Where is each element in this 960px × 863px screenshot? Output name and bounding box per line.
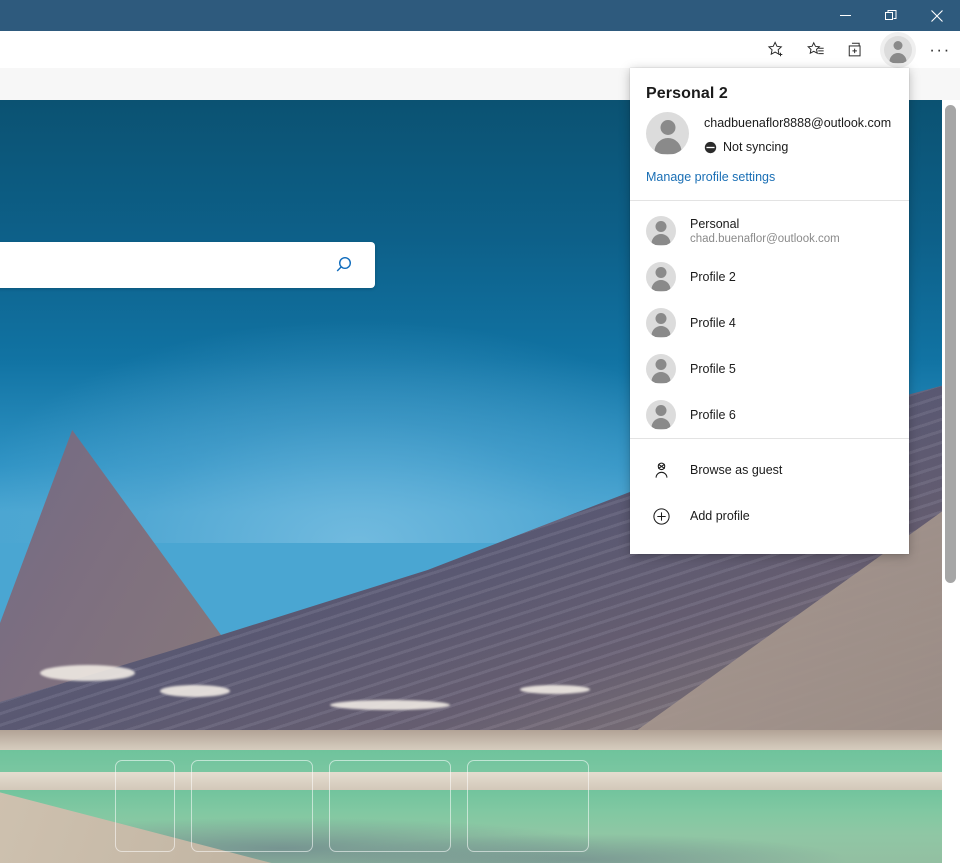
avatar (646, 262, 676, 292)
add-profile-button[interactable]: Add profile (630, 493, 909, 539)
quick-links-row (115, 760, 589, 852)
restore-button[interactable] (868, 0, 914, 31)
profile-name: Personal (690, 216, 740, 231)
profile-name: Profile 4 (690, 316, 736, 330)
quick-link-tile[interactable] (191, 760, 313, 852)
profile-list: Personal chad.buenaflor@outlook.com Prof… (630, 201, 909, 438)
profile-list-item-profile-5[interactable]: Profile 5 (630, 346, 909, 392)
profile-list-item-personal[interactable]: Personal chad.buenaflor@outlook.com (630, 208, 909, 254)
search-input[interactable] (0, 242, 314, 288)
close-button[interactable] (914, 0, 960, 31)
avatar (646, 112, 689, 155)
profile-name: Profile 2 (690, 270, 736, 284)
scrollbar-thumb[interactable] (945, 105, 956, 583)
profile-list-item-profile-6[interactable]: Profile 6 (630, 392, 909, 438)
sync-off-icon (704, 141, 717, 153)
browse-as-guest-label: Browse as guest (690, 463, 783, 477)
settings-and-more-button[interactable]: ··· (920, 32, 960, 68)
flyout-actions: Browse as guest Add profile (630, 439, 909, 539)
minimize-button[interactable] (822, 0, 868, 31)
quick-link-tile[interactable] (329, 760, 451, 852)
profile-email: chad.buenaflor@outlook.com (690, 232, 840, 245)
quick-link-tile[interactable] (115, 760, 175, 852)
profile-avatar-button[interactable] (876, 32, 920, 68)
sync-status-text: Not syncing (723, 140, 789, 154)
avatar (646, 354, 676, 384)
profile-list-item-profile-2[interactable]: Profile 2 (630, 254, 909, 300)
current-account-row: chadbuenaflor8888@outlook.com Not syncin… (630, 103, 909, 155)
favorites-list-icon[interactable] (796, 32, 836, 68)
avatar (646, 400, 676, 430)
favorite-star-icon[interactable] (756, 31, 796, 68)
profile-name: Profile 6 (690, 408, 736, 422)
manage-profile-settings-link[interactable]: Manage profile settings (630, 155, 909, 184)
quick-link-tile[interactable] (467, 760, 589, 852)
page-scrollbar[interactable] (942, 100, 960, 863)
search-icon[interactable] (333, 254, 355, 276)
browse-as-guest-button[interactable]: Browse as guest (630, 447, 909, 493)
flyout-title: Personal 2 (646, 85, 728, 102)
guest-icon (646, 461, 676, 480)
title-bar (0, 0, 960, 31)
add-profile-label: Add profile (690, 509, 750, 523)
settings-ellipsis-icon: ··· (929, 40, 951, 59)
collections-icon[interactable] (836, 32, 876, 68)
plus-circle-icon (646, 507, 676, 526)
sync-status-row: Not syncing (704, 140, 891, 154)
avatar (884, 35, 912, 64)
avatar (646, 216, 676, 246)
search-box[interactable] (0, 242, 375, 288)
profile-name: Profile 5 (690, 362, 736, 376)
account-email: chadbuenaflor8888@outlook.com (704, 116, 892, 130)
browser-toolbar: ··· (0, 31, 960, 68)
profile-flyout: Personal 2 chadbuenaflor8888@outlook.com… (630, 68, 909, 554)
profile-list-item-profile-4[interactable]: Profile 4 (630, 300, 909, 346)
avatar (646, 308, 676, 338)
browser-window: ··· Personal 2 chadbuenaflor8888@outlook… (0, 0, 960, 863)
